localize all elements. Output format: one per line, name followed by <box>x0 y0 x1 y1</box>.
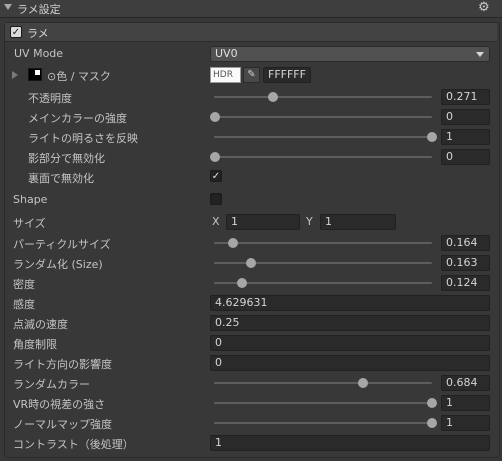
random-size-slider-thumb[interactable] <box>246 258 256 268</box>
shape-checkbox[interactable] <box>210 193 222 205</box>
main-strength-label: メインカラーの強度 <box>28 112 127 125</box>
light-reflect-field[interactable]: 1 <box>441 129 490 145</box>
hdr-label: HDR <box>213 70 233 80</box>
section-header: ✓ ラメ <box>5 23 497 42</box>
foldout-arrow-icon[interactable] <box>4 4 12 10</box>
shape-label: Shape <box>13 193 48 206</box>
size-x-field[interactable]: 1 <box>226 214 300 230</box>
vr-parallax-field[interactable]: 1 <box>441 395 490 411</box>
contrast-field[interactable]: 1 <box>210 435 490 451</box>
size-y-label: Y <box>306 215 313 228</box>
density-field[interactable]: 0.124 <box>441 275 490 291</box>
eyedropper-icon[interactable]: ✎ <box>243 67 260 83</box>
size-x-label: X <box>212 215 220 228</box>
color-hex-field[interactable]: FFFFFF <box>263 67 311 83</box>
angle-limit-field[interactable]: 0 <box>210 335 490 351</box>
light-direction-label: ライト方向の影響度 <box>13 358 112 371</box>
random-color-slider-thumb[interactable] <box>358 378 368 388</box>
section-label: ラメ <box>27 27 49 40</box>
particle-size-slider-thumb[interactable] <box>228 238 238 248</box>
density-slider-thumb[interactable] <box>237 278 247 288</box>
uv-mode-dropdown[interactable]: UV0 <box>210 46 490 62</box>
shadow-disable-field[interactable]: 0 <box>441 149 490 165</box>
main-strength-slider-thumb[interactable] <box>210 112 220 122</box>
blink-speed-field[interactable]: 0.25 <box>210 315 490 331</box>
contrast-label: コントラスト（後処理） <box>13 438 134 451</box>
random-size-label: ランダム化 (Size) <box>13 258 103 271</box>
main-strength-field[interactable]: 0 <box>441 109 490 125</box>
uv-mode-label: UV Mode <box>14 47 64 60</box>
chevron-down-icon <box>476 52 484 57</box>
uv-mode-value: UV0 <box>215 47 238 60</box>
backface-disable-checkbox[interactable]: ✓ <box>210 170 222 182</box>
color-swatch[interactable]: HDR <box>210 67 241 83</box>
particle-size-field[interactable]: 0.164 <box>441 235 490 251</box>
random-size-field[interactable]: 0.163 <box>441 255 490 271</box>
section-enable-checkbox[interactable]: ✓ <box>10 26 22 38</box>
density-label: 密度 <box>13 278 35 291</box>
gear-icon[interactable]: ⚙ <box>478 1 490 15</box>
normal-strength-slider-thumb[interactable] <box>427 418 437 428</box>
size-y-field[interactable]: 1 <box>320 214 396 230</box>
shadow-disable-slider-thumb[interactable] <box>210 152 220 162</box>
random-color-field[interactable]: 0.684 <box>441 375 490 391</box>
light-reflect-slider-track[interactable] <box>214 136 432 138</box>
color-mask-label: ⊙色 / マスク <box>47 70 111 83</box>
opacity-slider-track[interactable] <box>214 96 432 98</box>
opacity-field[interactable]: 0.271 <box>441 89 490 105</box>
color-mask-texture-slot[interactable] <box>28 68 42 81</box>
shadow-disable-slider-track[interactable] <box>214 156 432 158</box>
light-direction-field[interactable]: 0 <box>210 355 490 371</box>
vr-parallax-label: VR時の視差の強さ <box>13 398 106 411</box>
blink-speed-label: 点滅の速度 <box>13 318 68 331</box>
angle-limit-label: 角度制限 <box>13 338 57 351</box>
sensitivity-label: 感度 <box>13 298 35 311</box>
normal-strength-field[interactable]: 1 <box>441 415 490 431</box>
light-reflect-label: ライトの明るさを反映 <box>28 132 138 145</box>
backface-disable-label: 裏面で無効化 <box>28 172 94 185</box>
normal-strength-label: ノーマルマップ強度 <box>13 418 112 431</box>
main-strength-slider-track[interactable] <box>214 116 432 118</box>
size-label: サイズ <box>13 217 46 230</box>
opacity-label: 不透明度 <box>28 92 72 105</box>
vr-parallax-slider-thumb[interactable] <box>427 398 437 408</box>
header-title: ラメ設定 <box>17 3 61 16</box>
expand-arrow-icon[interactable] <box>12 71 18 79</box>
shadow-disable-label: 影部分で無効化 <box>28 152 105 165</box>
particle-size-label: パーティクルサイズ <box>13 238 111 251</box>
light-reflect-slider-thumb[interactable] <box>427 132 437 142</box>
inspector-header[interactable]: ラメ設定 ⚙ <box>0 0 502 18</box>
random-color-label: ランダムカラー <box>13 378 90 391</box>
vr-parallax-slider-track[interactable] <box>214 402 432 404</box>
particle-size-slider-track[interactable] <box>214 242 432 244</box>
random-color-slider-track[interactable] <box>214 382 432 384</box>
normal-strength-slider-track[interactable] <box>214 422 432 424</box>
sensitivity-field[interactable]: 4.629631 <box>210 295 490 311</box>
opacity-slider-thumb[interactable] <box>268 92 278 102</box>
